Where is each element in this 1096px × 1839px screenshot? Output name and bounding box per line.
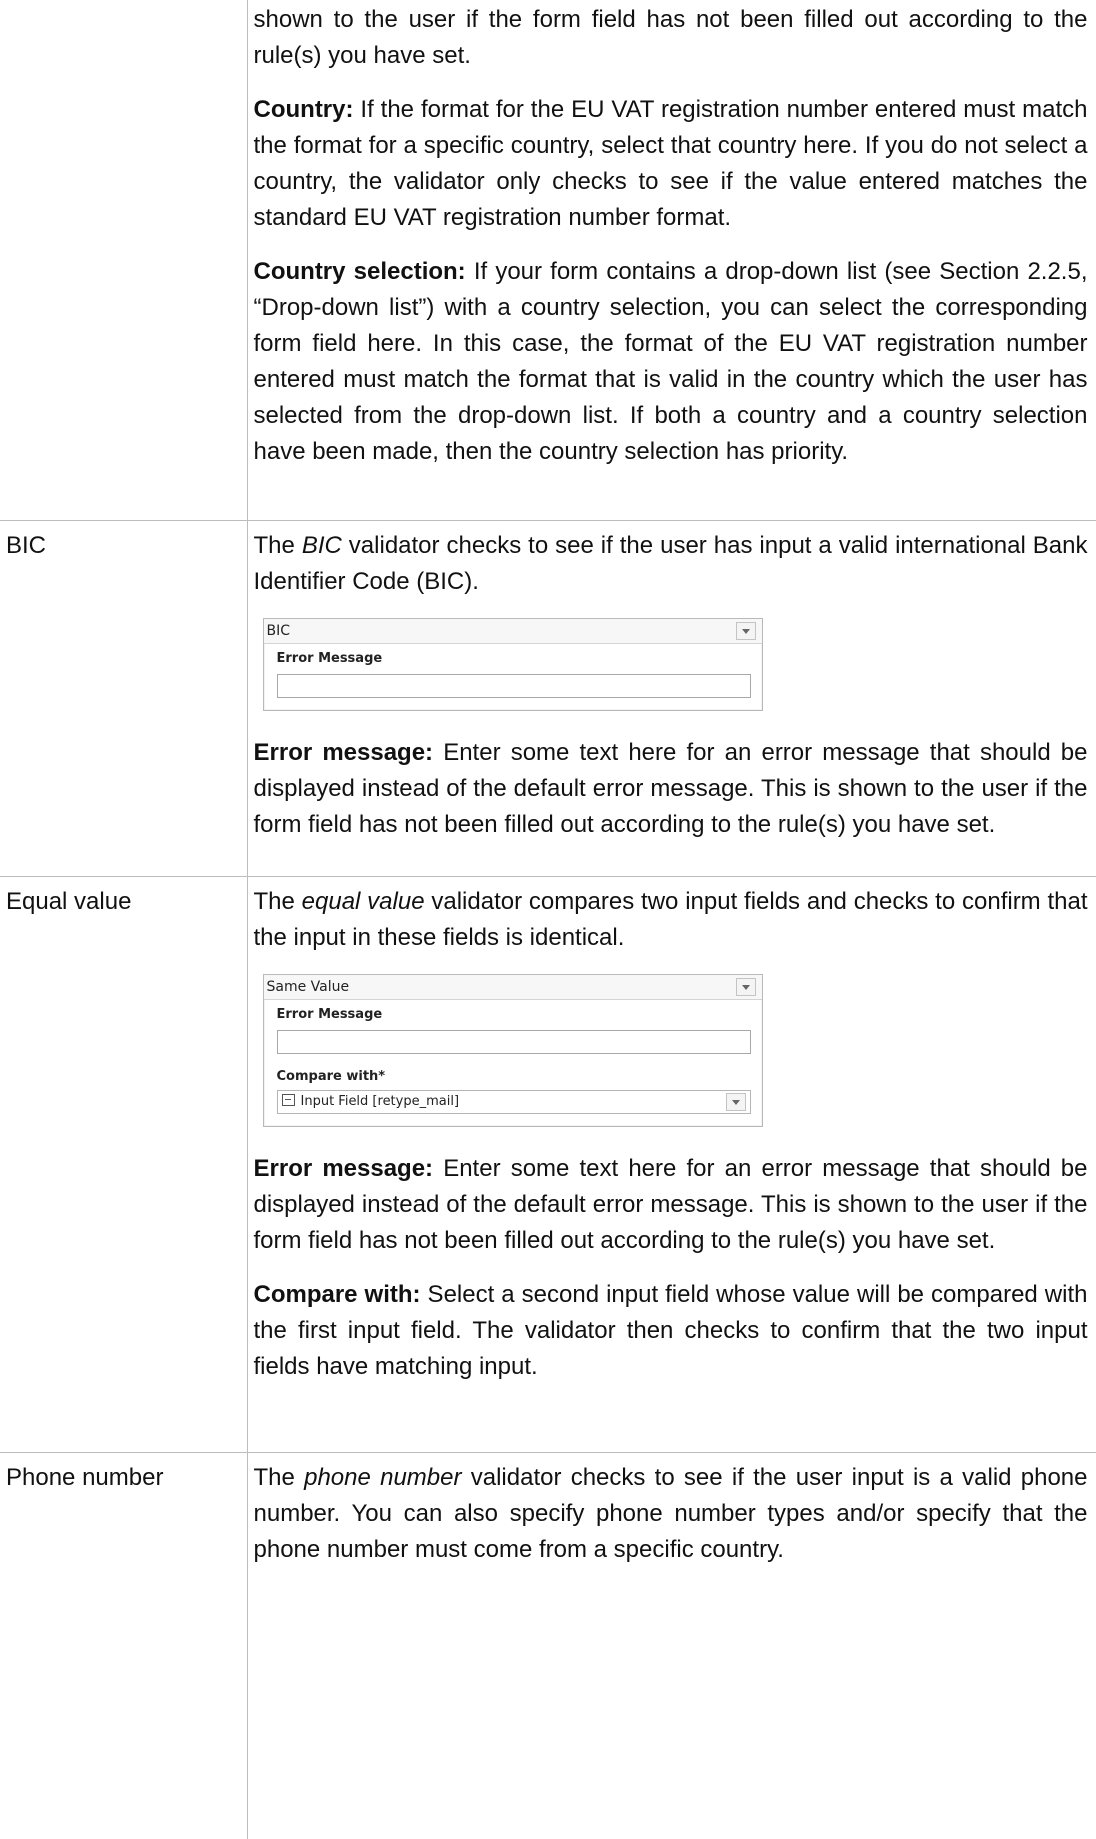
error-message-label: Error Message <box>276 1006 383 1022</box>
validator-name: Phone number <box>6 1463 164 1491</box>
equal-value-settings-panel: Same Value Error Message Compare with* I… <box>262 973 763 1127</box>
error-message-input[interactable] <box>276 673 751 698</box>
table-row: Equal value The equal value validator co… <box>0 875 1096 1452</box>
validator-type-value: Same Value <box>266 978 350 995</box>
paragraph: Country selection: If your form contains… <box>253 258 1088 465</box>
bic-settings-panel: BIC Error Message <box>262 617 763 711</box>
label-cell: BIC <box>0 519 247 876</box>
description-cell: The phone number validator checks to see… <box>246 1451 1096 1839</box>
label-cell <box>0 0 247 520</box>
label-cell: Equal value <box>0 875 247 1452</box>
error-message-label: Error Message <box>276 650 383 666</box>
chevron-down-icon[interactable] <box>725 1092 746 1111</box>
label-cell: Phone number <box>0 1451 247 1839</box>
paragraph: The phone number validator checks to see… <box>253 1463 1088 1563</box>
paragraph: The BIC validator checks to see if the u… <box>253 531 1088 595</box>
paragraph: Error message: Enter some text here for … <box>253 738 1088 838</box>
description-cell: The equal value validator compares two i… <box>246 875 1096 1452</box>
description-cell: shown to the user if the form field has … <box>246 0 1096 520</box>
validator-type-select[interactable]: BIC <box>263 618 762 644</box>
paragraph: Error message: Enter some text here for … <box>253 1154 1088 1254</box>
paragraph: Compare with: Select a second input fiel… <box>253 1280 1088 1380</box>
paragraph: The equal value validator compares two i… <box>253 887 1088 951</box>
validator-type-value: BIC <box>266 622 291 639</box>
compare-with-select[interactable]: Input Field [retype_mail] <box>276 1089 751 1114</box>
validator-table: shown to the user if the form field has … <box>0 0 1096 1839</box>
validator-name: BIC <box>6 531 47 559</box>
table-row: shown to the user if the form field has … <box>0 0 1096 520</box>
description-cell: The BIC validator checks to see if the u… <box>246 519 1096 876</box>
input-field-icon <box>281 1094 295 1106</box>
compare-with-label: Compare with* <box>276 1068 386 1084</box>
validator-type-select[interactable]: Same Value <box>263 974 762 1000</box>
table-row: Phone number The phone number validator … <box>0 1451 1096 1839</box>
validator-name: Equal value <box>6 887 132 915</box>
paragraph: shown to the user if the form field has … <box>253 6 1088 69</box>
chevron-down-icon[interactable] <box>735 977 756 996</box>
compare-with-value: Input Field [retype_mail] <box>300 1093 460 1109</box>
error-message-input[interactable] <box>276 1029 751 1054</box>
chevron-down-icon[interactable] <box>735 621 756 640</box>
table-row: BIC The BIC validator checks to see if t… <box>0 519 1096 876</box>
paragraph: Country: If the format for the EU VAT re… <box>253 96 1088 231</box>
